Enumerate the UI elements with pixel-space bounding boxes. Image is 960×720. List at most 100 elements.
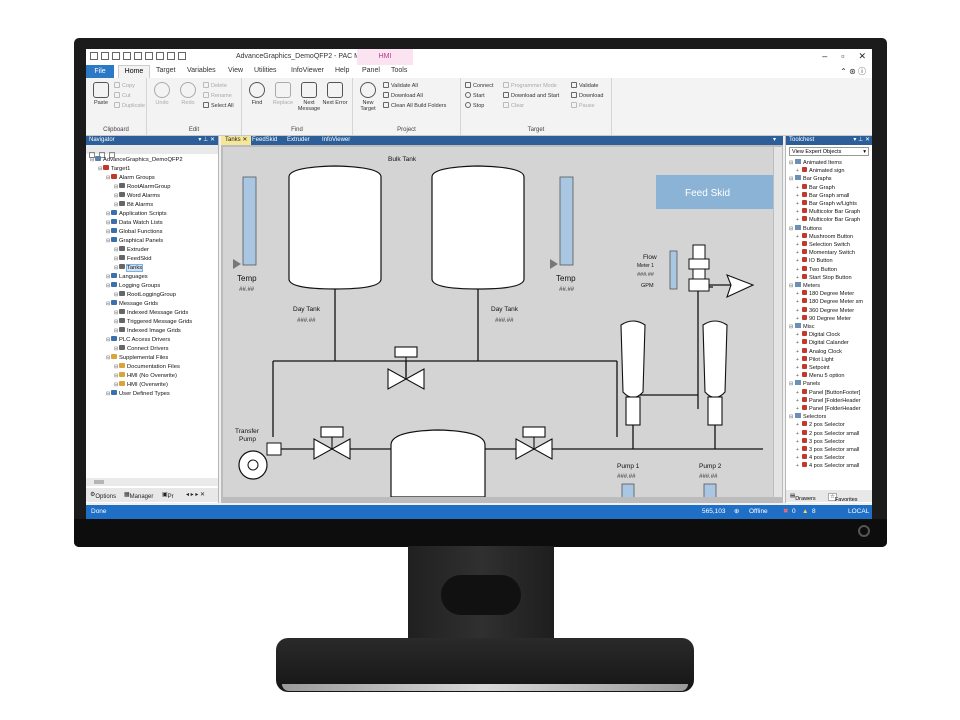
close-project-icon[interactable] [134,52,142,60]
tab-options[interactable]: ⚙ Options [90,491,116,500]
clear-button[interactable]: Clear [503,102,524,109]
tabs-dropdown-icon[interactable]: ▾ [769,136,780,145]
toolchest-item[interactable]: + Digital Clock [796,331,840,339]
next-error-button[interactable]: Next Error [322,82,348,106]
tree-item[interactable]: ⊟ Graphical Panels [106,237,163,245]
toolchest-item[interactable]: +4 pos Selector [796,454,845,462]
navigator-hscroll[interactable] [86,478,218,486]
valve-left-a[interactable] [313,438,334,460]
tab-target[interactable]: Target [156,67,175,74]
new-target-button[interactable]: New Target [355,82,381,112]
tree-item[interactable]: ⊟ Indexed Message Grids [114,309,188,317]
toolchest-item[interactable]: + Start Stop Button [796,273,852,282]
tree-item[interactable]: ⊟ RootAlarmGroup [114,183,171,191]
next-message-button[interactable]: Next Message [296,82,322,112]
flow-meter-device[interactable] [688,244,710,292]
tree-item[interactable]: ⊟ FeedSkid [114,255,152,263]
close-button[interactable]: ✕ [858,51,866,62]
tree-item[interactable]: ⊟ Languages [106,273,148,281]
toolchest-item[interactable]: + Two Button [796,265,837,274]
toolchest-folder[interactable]: ⊟ Bar Graphs [789,175,832,183]
download-and-start-button[interactable]: Download and Start [503,92,559,99]
download-all-button[interactable]: Download All [383,92,423,99]
day-tank-right[interactable] [431,165,525,290]
pump1-bar[interactable] [621,483,635,497]
valve-left-b[interactable] [330,438,351,460]
tree-item[interactable]: ⊟ Bit Alarms [114,201,153,209]
doc-tab-feedskid[interactable]: FeedSkid [248,136,281,145]
toolchest-item[interactable]: + Menu 5 option [796,372,844,380]
toolchest-item[interactable]: +3 pos Selector small [796,446,859,454]
stop-icon[interactable] [167,52,175,60]
tree-item[interactable]: ⊟ User Defined Types [106,390,170,398]
find-button[interactable]: Find [244,82,270,106]
validate-button[interactable]: Validate [571,82,598,89]
tree-item[interactable]: ⊟ Logging Groups [106,282,160,290]
open-icon[interactable] [112,52,120,60]
tree-item[interactable]: ⊟ PLC Access Drivers [106,336,170,344]
cut-button[interactable]: Cut [114,92,131,99]
tab-tools[interactable]: Tools [391,67,407,74]
doc-tab-infoviewer[interactable]: InfoViewer [318,136,354,145]
toolchest-item[interactable]: +4 pos Selector small [796,462,859,470]
toolchest-folder[interactable]: ⊟ Selectors [789,413,826,421]
tab-panel[interactable]: Panel [362,67,380,74]
toolchest-item[interactable]: + Bar Graph [796,183,835,192]
toolchest-item[interactable]: +2 pos Selector [796,421,845,429]
tree-item[interactable]: ⊟ Application Scripts [106,210,167,218]
toolchest-item[interactable]: +180 Degree Meter sm [796,298,863,306]
tree-item[interactable]: ⊟ AdvanceGraphics_DemoQFP2 [90,156,183,164]
select-all-button[interactable]: Select All [203,102,234,109]
undo-icon[interactable] [145,52,153,60]
programmer-mode-button[interactable]: Programmer Mode [503,82,557,89]
toolchest-item[interactable]: +3 pos Selector [796,437,845,446]
rename-button[interactable]: Rename [203,92,232,99]
tree-item[interactable]: ⊟ Message Grids [106,300,158,308]
document-vscroll[interactable] [774,147,782,497]
power-button[interactable] [858,525,870,537]
tab-drawers[interactable]: ▤ Drawers [790,493,816,502]
tree-item[interactable]: ⊟ Indexed Image Grids [114,327,181,335]
doc-tab-extruder[interactable]: Extruder [283,136,314,145]
tab-help[interactable]: Help [335,67,349,74]
tree-item[interactable]: ⊟ Target1 [98,165,130,173]
toolchest-folder[interactable]: ⊟ Animated Items [789,159,842,167]
toolchest-item[interactable]: +180 Degree Meter [796,290,854,298]
valve-right-a[interactable] [515,438,536,460]
save-icon[interactable] [123,52,131,60]
tree-item[interactable]: ⊟ Connect Drivers [114,345,169,353]
maximize-button[interactable]: ▫ [841,51,844,62]
toolchest-folder[interactable]: ⊟ Buttons [789,224,822,233]
start-button[interactable]: Start [465,92,485,99]
toolchest-item[interactable]: + Animated sign [796,167,844,175]
pump2-bar[interactable] [703,483,717,497]
toolchest-item[interactable]: + Momentary Switch [796,249,855,257]
toolchest-item[interactable]: + IO Button [796,257,833,265]
pump-1-body[interactable] [620,320,646,399]
toolchest-item[interactable]: + Analog Clock [796,347,842,356]
temp-right-bar[interactable] [559,176,574,266]
tab-view[interactable]: View [228,67,243,74]
validate-all-button[interactable]: Validate All [383,82,418,89]
toolchest-folder[interactable]: ⊟ Meters [789,282,820,290]
toolchest-item[interactable]: + Bar Graph w/Lights [796,200,857,208]
toolchest-item[interactable]: + Setpoint [796,364,830,372]
toolchest-folder[interactable]: ⊟ Misc [789,323,815,331]
tree-item[interactable]: ⊟ Documentation Files [114,363,180,371]
ribbon-options-icons[interactable]: ⌃ ⊛ ⓘ [840,66,866,77]
toolchest-item[interactable]: + Pilot Light [796,355,834,364]
hmi-canvas[interactable]: Bulk Tank Day Tank ###.## Day Tank ###.#… [223,147,773,497]
download-button[interactable]: Download [571,92,603,99]
hmi-context-tab[interactable]: HMI [357,49,413,66]
toolchest-item[interactable]: + Multicolor Bar Graph [796,216,860,224]
toolchest-item[interactable]: + Panel [ButtonFooter] [796,388,860,397]
toolchest-item[interactable]: +360 Degree Meter [796,306,854,315]
toolchest-item[interactable]: + Bar Graph small [796,191,849,200]
toolchest-item[interactable]: + Digital Calander [796,339,849,347]
toolchest-item[interactable]: + Multicolor Bar Graph [796,208,860,216]
tab-manager[interactable]: ▦ Manager [124,491,153,500]
toolchest-item[interactable]: +2 pos Selector small [796,429,859,438]
toolchest-item[interactable]: + Selection Switch [796,241,850,249]
tab-utilities[interactable]: Utilities [254,67,277,74]
tree-item[interactable]: ⊟ Extruder [114,246,149,254]
